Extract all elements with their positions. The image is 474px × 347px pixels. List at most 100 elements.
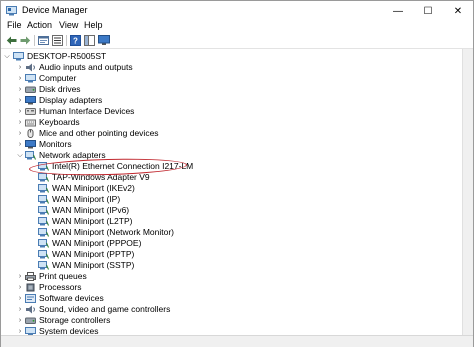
expand-chevron-icon[interactable]: ›	[16, 282, 24, 293]
category-label: Print queues	[39, 271, 87, 281]
disk-drive-icon	[25, 85, 36, 94]
category-label: Computer	[39, 73, 77, 83]
category-label: Processors	[39, 282, 82, 292]
menu-help[interactable]: Help	[84, 20, 103, 30]
category-label: System devices	[39, 326, 99, 335]
properties-icon[interactable]	[37, 34, 50, 47]
network-adapter-icon	[38, 261, 49, 270]
toolbar: ?	[1, 32, 473, 49]
device-label: WAN Miniport (Network Monitor)	[52, 227, 175, 237]
tree-category[interactable]: › Human Interface Devices	[1, 106, 461, 117]
tree-category[interactable]: › Mice and other pointing devices	[1, 128, 461, 139]
tree-category-network[interactable]: ⌵ Network adapters	[1, 150, 461, 161]
display-adapter-icon	[25, 96, 36, 105]
network-device-item[interactable]: WAN Miniport (PPPOE)	[1, 238, 461, 249]
network-adapter-icon	[38, 184, 49, 193]
expand-chevron-icon[interactable]: ›	[16, 73, 24, 84]
tree-category[interactable]: › Keyboards	[1, 117, 461, 128]
category-label: Mice and other pointing devices	[39, 128, 159, 138]
tree-root[interactable]: ⌵ DESKTOP-R5005ST	[1, 51, 461, 62]
expand-chevron-icon[interactable]: ›	[16, 293, 24, 304]
category-label: Audio inputs and outputs	[39, 62, 133, 72]
network-adapter-icon	[38, 206, 49, 215]
tree-category[interactable]: › Software devices	[1, 293, 461, 304]
mouse-icon	[25, 129, 36, 138]
tree-category[interactable]: › Computer	[1, 73, 461, 84]
expand-chevron-icon[interactable]: ›	[16, 315, 24, 326]
network-adapter-icon	[38, 217, 49, 226]
device-label: WAN Miniport (SSTP)	[52, 260, 135, 270]
expand-chevron-icon[interactable]: ›	[16, 139, 24, 150]
device-tree[interactable]: ⌵ DESKTOP-R5005ST › Audio inputs and out…	[1, 49, 461, 335]
expand-chevron-icon[interactable]: ›	[16, 326, 24, 335]
network-device-item[interactable]: WAN Miniport (IKEv2)	[1, 183, 461, 194]
network-device-item[interactable]: WAN Miniport (IPv6)	[1, 205, 461, 216]
sound-icon	[25, 305, 36, 314]
expand-chevron-icon[interactable]: ›	[16, 271, 24, 282]
expand-chevron-icon[interactable]: ›	[16, 95, 24, 106]
computer-icon	[13, 52, 24, 61]
hid-icon	[25, 107, 36, 116]
title-bar[interactable]: Device Manager — ☐ ✕	[1, 1, 473, 21]
expand-chevron-icon[interactable]: ›	[16, 62, 24, 73]
tree-category[interactable]: › Storage controllers	[1, 315, 461, 326]
expand-chevron-icon[interactable]: ›	[16, 84, 24, 95]
computer-icon	[25, 74, 36, 83]
tree-category[interactable]: › Print queues	[1, 271, 461, 282]
device-label: WAN Miniport (IKEv2)	[52, 183, 135, 193]
window-title: Device Manager	[22, 5, 88, 15]
close-button[interactable]: ✕	[443, 1, 473, 21]
maximize-button[interactable]: ☐	[413, 1, 443, 21]
network-adapter-icon	[38, 250, 49, 259]
panel-icon[interactable]	[83, 34, 96, 47]
tree-category[interactable]: › System devices	[1, 326, 461, 335]
device-label: WAN Miniport (PPTP)	[52, 249, 135, 259]
help-icon[interactable]: ?	[69, 34, 82, 47]
expand-chevron-icon[interactable]: ›	[16, 128, 24, 139]
device-label: TAP-Windows Adapter V9	[52, 172, 150, 182]
tree-category[interactable]: › Processors	[1, 282, 461, 293]
minimize-button[interactable]: —	[383, 1, 413, 21]
svg-text:?: ?	[73, 37, 78, 46]
category-label: Storage controllers	[39, 315, 111, 325]
back-arrow-icon[interactable]	[5, 34, 18, 47]
expand-chevron-icon[interactable]: ›	[16, 304, 24, 315]
network-device-item[interactable]: WAN Miniport (IP)	[1, 194, 461, 205]
network-device-item[interactable]: WAN Miniport (SSTP)	[1, 260, 461, 271]
collapse-chevron-icon[interactable]: ⌵	[3, 51, 11, 62]
tree-category[interactable]: › Audio inputs and outputs	[1, 62, 461, 73]
category-label: Disk drives	[39, 84, 81, 94]
category-label: Sound, video and game controllers	[39, 304, 171, 314]
tree-category[interactable]: › Monitors	[1, 139, 461, 150]
vertical-scrollbar[interactable]	[462, 49, 473, 335]
forward-arrow-icon[interactable]	[19, 34, 32, 47]
category-label: Network adapters	[39, 150, 106, 160]
network-adapter-icon	[38, 195, 49, 204]
expand-chevron-icon[interactable]: ›	[16, 106, 24, 117]
network-device-item[interactable]: WAN Miniport (L2TP)	[1, 216, 461, 227]
network-device-item[interactable]: WAN Miniport (Network Monitor)	[1, 227, 461, 238]
list-view-icon[interactable]	[51, 34, 64, 47]
tree-category[interactable]: › Disk drives	[1, 84, 461, 95]
device-label: WAN Miniport (IPv6)	[52, 205, 130, 215]
network-device-item[interactable]: WAN Miniport (PPTP)	[1, 249, 461, 260]
printer-icon	[25, 272, 36, 281]
status-bar	[1, 335, 473, 347]
menu-action[interactable]: Action	[27, 20, 52, 30]
device-manager-window: Device Manager — ☐ ✕ File Action View He…	[0, 0, 474, 347]
expand-chevron-icon[interactable]: ›	[16, 117, 24, 128]
network-device-item[interactable]: Intel(R) Ethernet Connection I217-LM	[1, 161, 461, 172]
menu-view[interactable]: View	[59, 20, 78, 30]
tree-category[interactable]: › Display adapters	[1, 95, 461, 106]
category-label: Software devices	[39, 293, 104, 303]
monitor-icon[interactable]	[97, 34, 110, 47]
monitor-icon	[25, 140, 36, 149]
collapse-chevron-icon[interactable]: ⌵	[16, 150, 24, 161]
software-device-icon	[25, 294, 36, 303]
tree-category[interactable]: › Sound, video and game controllers	[1, 304, 461, 315]
root-label: DESKTOP-R5005ST	[27, 51, 107, 61]
network-device-item[interactable]: TAP-Windows Adapter V9	[1, 172, 461, 183]
device-label: WAN Miniport (PPPOE)	[52, 238, 142, 248]
menu-file[interactable]: File	[7, 20, 22, 30]
device-label: Intel(R) Ethernet Connection I217-LM	[52, 161, 194, 171]
